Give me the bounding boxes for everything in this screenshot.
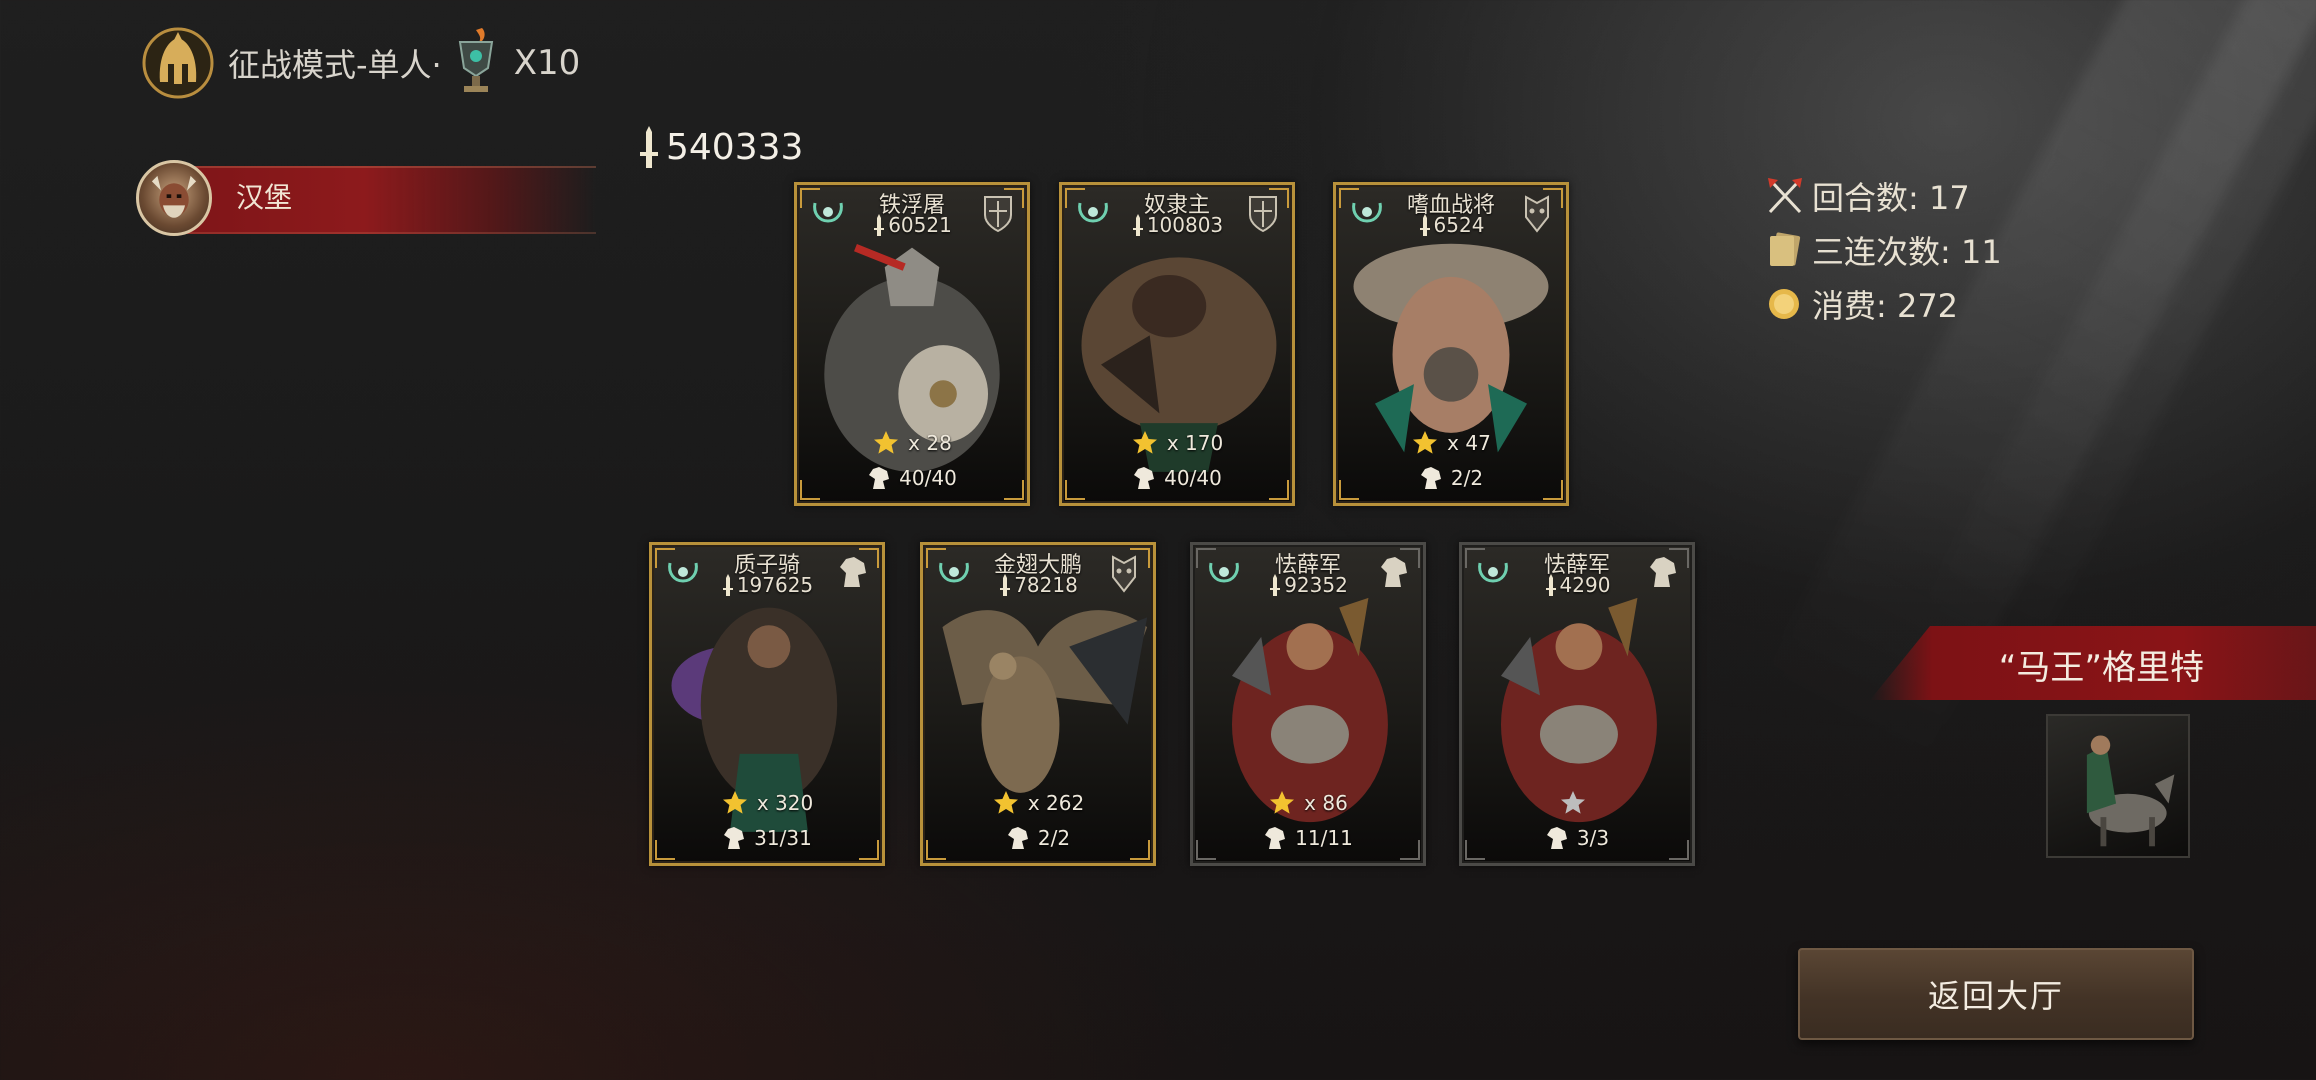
triples-stat: 三连次数: 11 (1764, 230, 2002, 271)
unit-star-count: x 170 (1166, 431, 1224, 455)
unit-power: 100803 (1062, 213, 1292, 237)
star-icon (1413, 431, 1438, 454)
unit-power-value: 100803 (1146, 213, 1224, 237)
star-icon (1132, 431, 1157, 454)
trophy-icon (452, 28, 500, 98)
unit-power: 92352 (1193, 573, 1423, 597)
unit-power-value: 197625 (736, 573, 814, 597)
unit-power: 6524 (1336, 213, 1566, 237)
star-icon (722, 791, 747, 814)
unit-card[interactable]: 奴隶主 100803 x 170 40/40 (1059, 182, 1295, 506)
rounds-text: 回合数: 17 (1812, 179, 1970, 217)
unit-troops: 3/3 (1462, 825, 1692, 851)
unit-power: 78218 (923, 573, 1153, 597)
unit-troops: 31/31 (652, 825, 882, 851)
trophy-count: X10 (513, 43, 581, 83)
horse-head-icon (724, 827, 745, 849)
unit-troops: 40/40 (1062, 465, 1292, 491)
horse-head-icon (1134, 467, 1155, 489)
unit-card[interactable]: 怯薛军 92352 x 86 11/11 (1190, 542, 1426, 866)
unit-card[interactable]: 嗜血战将 6524 x 47 2/2 (1333, 182, 1569, 506)
unit-star-count: x 47 (1447, 431, 1491, 455)
unit-troop-count: 31/31 (754, 826, 812, 850)
unit-stars (1462, 789, 1692, 817)
player-name: 汉堡 (236, 181, 293, 214)
sword-icon (636, 124, 662, 170)
player-row[interactable]: 汉堡 (136, 160, 596, 236)
sword-icon (1419, 214, 1430, 236)
unit-troops: 2/2 (1336, 465, 1566, 491)
unit-stars: x 86 (1193, 789, 1423, 817)
sword-icon (722, 574, 733, 596)
spartan-helmet-icon (138, 26, 218, 100)
coin-icon (1769, 289, 1799, 319)
match-stats: 回合数: 17 三连次数: 11 消费: 272 (1764, 176, 2002, 325)
unit-power-value: 78218 (1014, 573, 1078, 597)
opponent-name: “马王”格里特 (1998, 648, 2204, 688)
star-icon (874, 431, 899, 454)
unit-troops: 11/11 (1193, 825, 1423, 851)
return-to-lobby-button[interactable]: 返回大厅 (1798, 948, 2194, 1040)
star-icon (1270, 791, 1295, 814)
team-total-power: 540333 (636, 124, 803, 170)
total-power-value: 540333 (666, 126, 804, 168)
unit-troops: 2/2 (923, 825, 1153, 851)
horse-head-icon (1420, 467, 1441, 489)
unit-power-value: 6524 (1433, 213, 1485, 237)
unit-card[interactable]: 金翅大鹏 78218 x 262 2/2 (920, 542, 1156, 866)
unit-troops: 40/40 (797, 465, 1027, 491)
crossed-axes-icon (1768, 178, 1802, 214)
unit-stars: x 262 (923, 789, 1153, 817)
unit-card[interactable]: 质子骑 197625 x 320 31/31 (649, 542, 885, 866)
mode-label: 征战模式-单人· (228, 46, 442, 84)
unit-troop-count: 40/40 (1164, 466, 1222, 490)
unit-troop-count: 11/11 (1295, 826, 1353, 850)
unit-stars: x 320 (652, 789, 882, 817)
horse-head-icon (1265, 827, 1286, 849)
horse-head-icon (1007, 827, 1028, 849)
cards-icon (1770, 232, 1801, 266)
sword-icon (874, 214, 885, 236)
cost-stat: 消费: 272 (1764, 284, 2002, 325)
opponent-banner: “马王”格里特 (1870, 626, 2316, 700)
unit-card[interactable]: 铁浮屠 60521 x 28 40/40 (794, 182, 1030, 506)
sword-icon (1545, 574, 1556, 596)
unit-power: 197625 (652, 573, 882, 597)
mode-header: 征战模式-单人· X10 (138, 22, 580, 104)
horse-head-icon (869, 467, 890, 489)
cost-text: 消费: 272 (1812, 287, 1959, 325)
sword-icon (1132, 214, 1143, 236)
avatar[interactable] (136, 160, 212, 236)
star-icon (1561, 791, 1585, 814)
unit-star-count: x 262 (1027, 791, 1085, 815)
unit-power-value: 4290 (1559, 573, 1611, 597)
unit-card[interactable]: 怯薛军 4290 3/3 (1459, 542, 1695, 866)
unit-power-value: 92352 (1284, 573, 1348, 597)
sword-icon (1000, 574, 1011, 596)
horse-head-icon (1546, 827, 1567, 849)
unit-stars: x 28 (797, 429, 1027, 457)
unit-stars: x 170 (1062, 429, 1292, 457)
triples-text: 三连次数: 11 (1812, 233, 2002, 271)
opponent-portrait[interactable] (2046, 714, 2190, 858)
unit-power: 60521 (797, 213, 1027, 237)
star-icon (993, 791, 1018, 814)
unit-power-value: 60521 (888, 213, 952, 237)
unit-troop-count: 2/2 (1450, 466, 1484, 490)
unit-star-count: x 28 (908, 431, 952, 455)
unit-troop-count: 3/3 (1576, 826, 1610, 850)
sword-icon (1270, 574, 1281, 596)
unit-star-count: x 86 (1304, 791, 1348, 815)
unit-power: 4290 (1462, 573, 1692, 597)
unit-troop-count: 40/40 (899, 466, 957, 490)
rounds-stat: 回合数: 17 (1764, 176, 2002, 217)
unit-stars: x 47 (1336, 429, 1566, 457)
unit-troop-count: 2/2 (1037, 826, 1071, 850)
unit-star-count: x 320 (756, 791, 814, 815)
